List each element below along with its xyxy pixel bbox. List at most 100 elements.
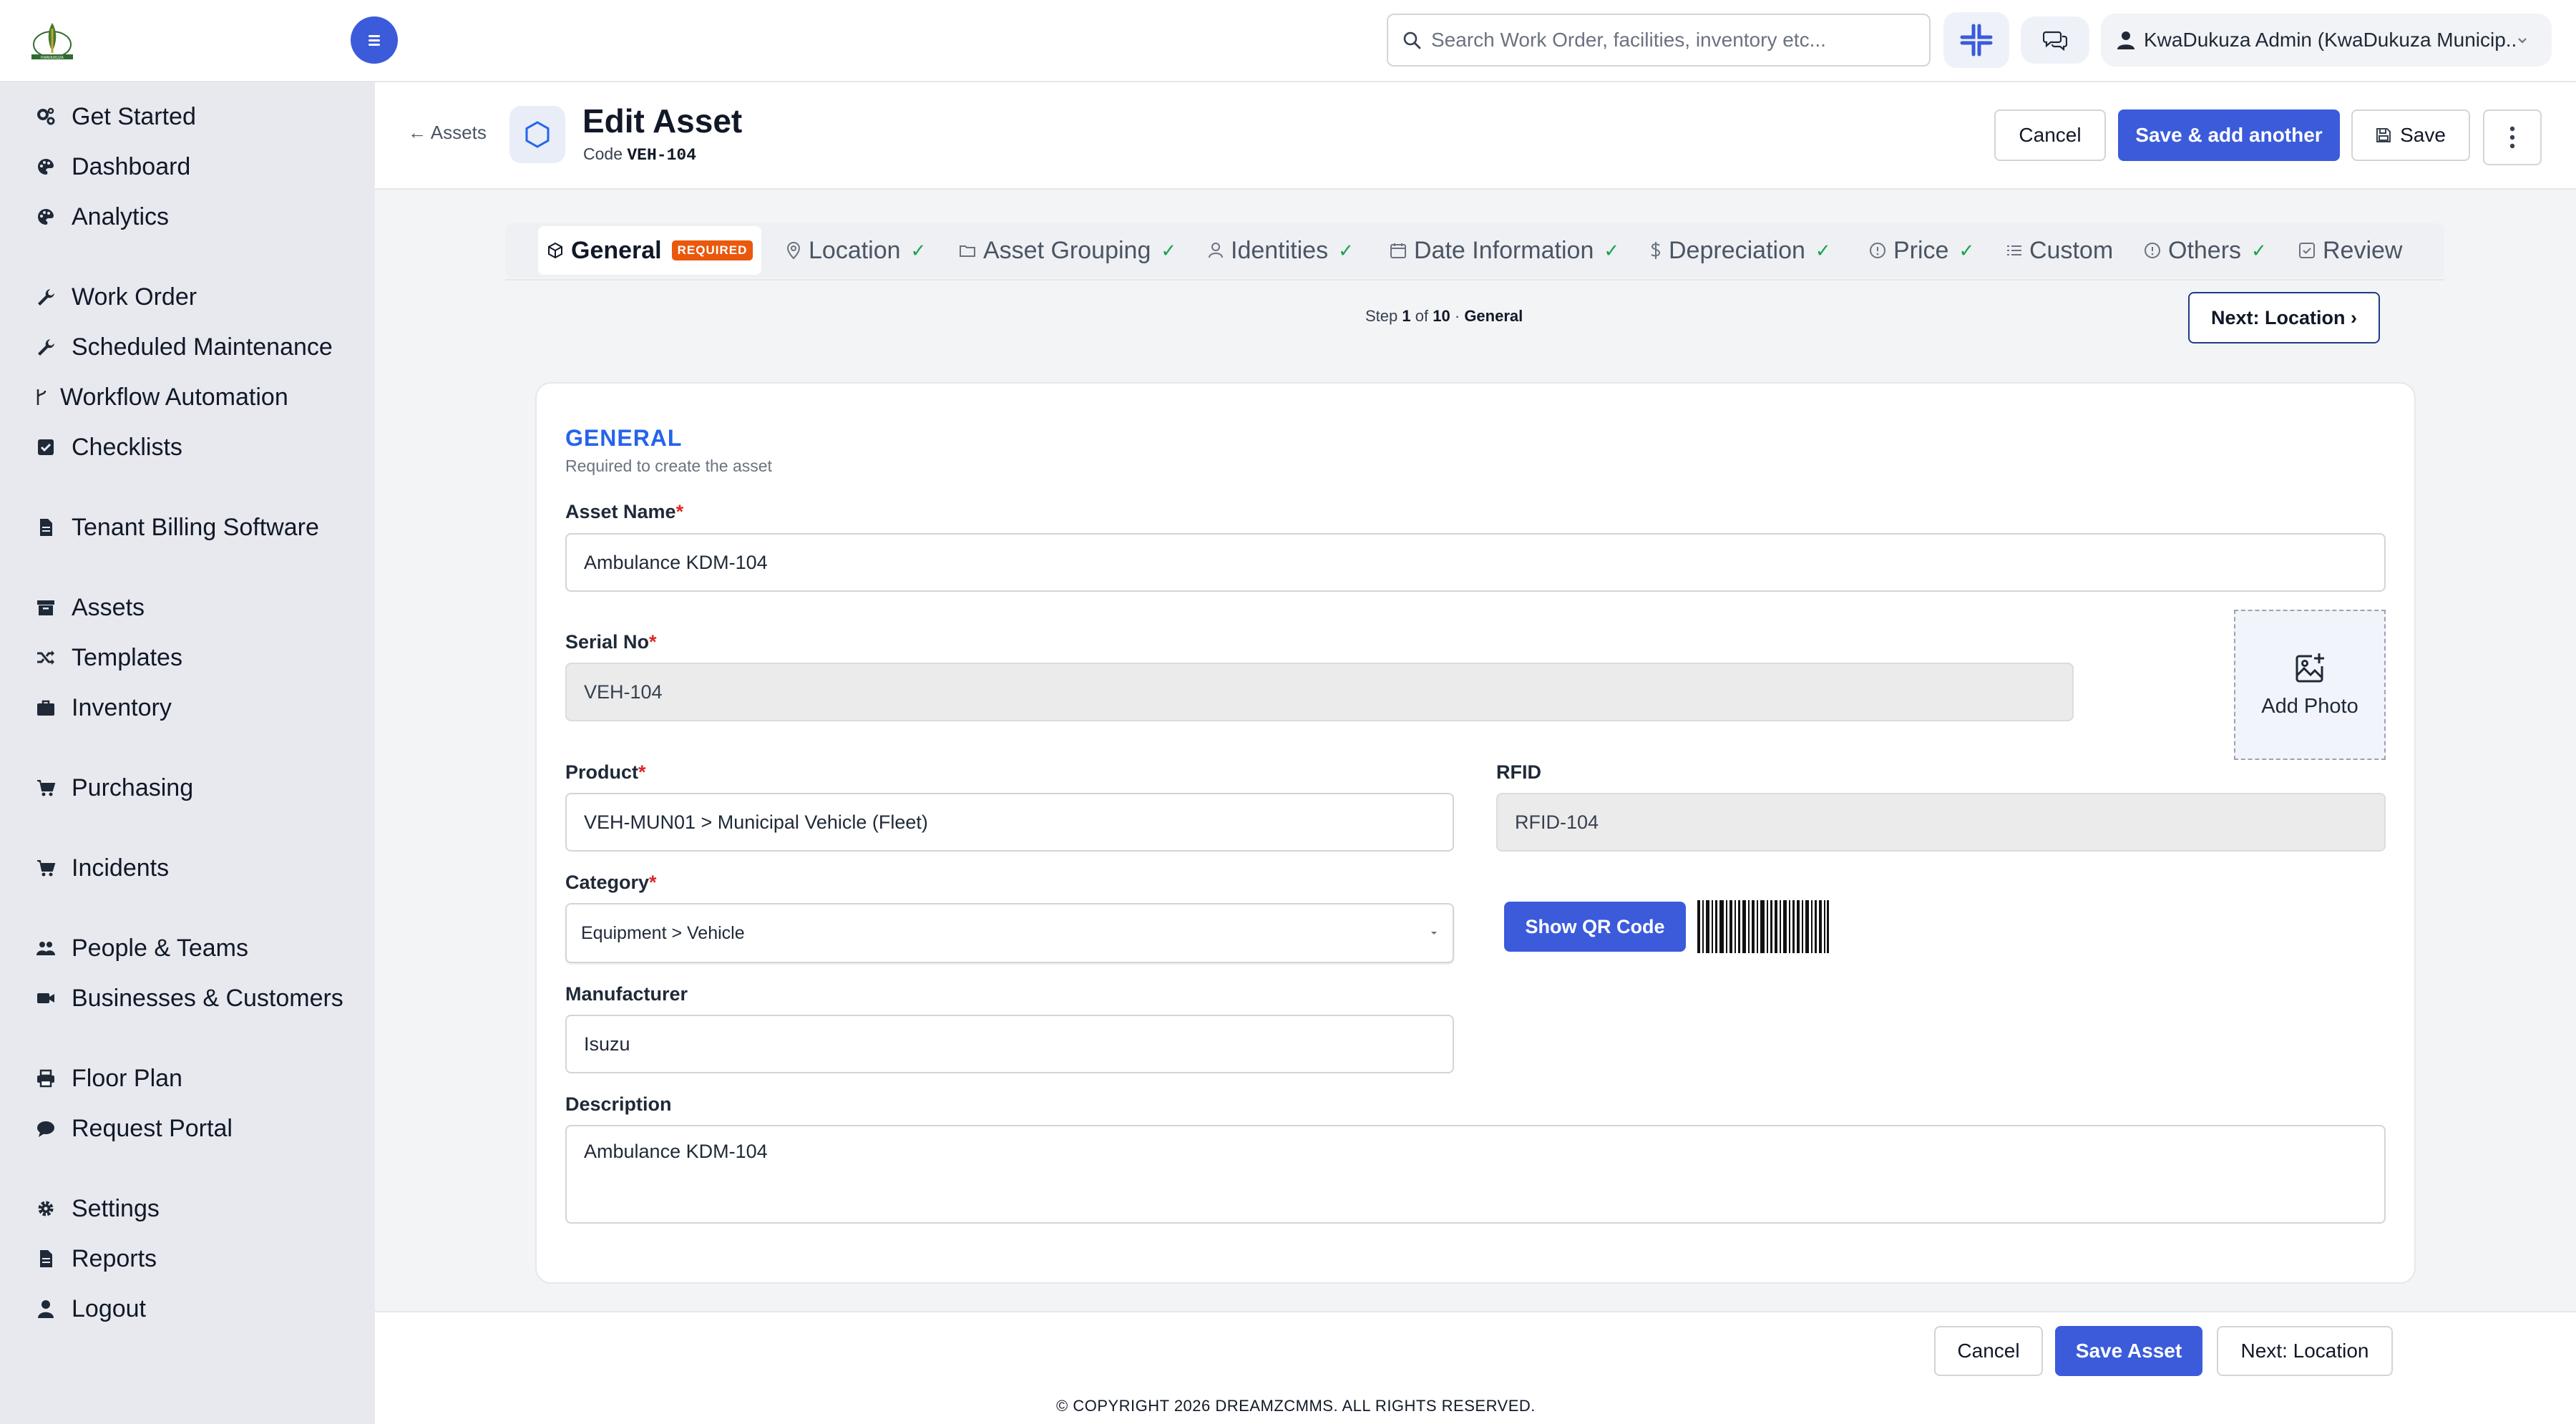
sidebar-item-analytics[interactable]: Analytics: [34, 197, 169, 237]
sidebar-item-assets[interactable]: Assets: [34, 587, 145, 628]
kebab-menu-icon: [2509, 126, 2515, 149]
page-title: Edit Asset: [582, 102, 743, 140]
next-location-button[interactable]: Next: Location ›: [2188, 292, 2380, 343]
sidebar-toggle-button[interactable]: [351, 16, 398, 64]
sidebar-item-people-teams[interactable]: People & Teams: [34, 928, 248, 968]
sidebar-item-work-order[interactable]: Work Order: [34, 277, 197, 317]
step-current: 1: [1402, 307, 1411, 325]
sidebar-item-logout[interactable]: Logout: [34, 1289, 146, 1329]
category-select[interactable]: Equipment > Vehicle: [565, 903, 1454, 963]
tab-asset-grouping[interactable]: Asset Grouping ✓: [959, 226, 1176, 275]
check-icon: ✓: [1815, 239, 1831, 261]
show-qr-code-button[interactable]: Show QR Code: [1504, 902, 1686, 952]
calendar-icon: [1390, 243, 1406, 258]
sidebar-item-label: Checklists: [72, 433, 182, 461]
save-button[interactable]: Save: [2351, 109, 2470, 161]
step-separator: ·: [1454, 307, 1460, 325]
copyright-text: © COPYRIGHT 2026 DREAMZCMMS. ALL RIGHTS …: [1056, 1397, 1536, 1415]
add-photo-button[interactable]: Add Photo: [2234, 610, 2386, 760]
floppy-icon: [2376, 128, 2391, 142]
asset-code: Code VEH-104: [583, 145, 696, 165]
sidebar-item-label: Request Portal: [72, 1114, 233, 1142]
sidebar-item-label: Analytics: [72, 203, 170, 230]
tab-date-information[interactable]: Date Information ✓: [1390, 226, 1619, 275]
serial-no-input[interactable]: VEH-104: [565, 663, 2074, 721]
sidebar-item-label: Businesses & Customers: [72, 984, 343, 1012]
label-text: Asset Name: [565, 501, 676, 522]
add-image-icon: [2296, 653, 2324, 682]
sidebar-item-inventory[interactable]: Inventory: [34, 688, 172, 728]
sidebar-item-get-started[interactable]: Get Started: [34, 97, 196, 137]
footer-next-location-button[interactable]: Next: Location: [2217, 1326, 2393, 1376]
save-asset-button[interactable]: Save Asset: [2055, 1326, 2202, 1376]
palette-icon: [34, 205, 57, 228]
sidebar-item-dashboard[interactable]: Dashboard: [34, 147, 190, 187]
sidebar-item-label: Scheduled Maintenance: [72, 333, 333, 361]
sidebar-item-reports[interactable]: Reports: [34, 1239, 157, 1279]
step-name: General: [1464, 307, 1523, 325]
category-selected-value: Equipment > Vehicle: [581, 922, 745, 943]
info-circle-icon: [2145, 243, 2160, 258]
add-photo-label: Add Photo: [2261, 694, 2358, 718]
search-icon: [1403, 31, 1421, 49]
sidebar-item-templates[interactable]: Templates: [34, 638, 182, 678]
sidebar-item-checklists[interactable]: Checklists: [34, 427, 182, 467]
tab-review[interactable]: Review: [2298, 226, 2402, 275]
description-textarea[interactable]: Ambulance KDM-104: [565, 1125, 2386, 1224]
branch-icon: [34, 386, 49, 409]
file-icon: [34, 1247, 57, 1270]
tab-depreciation[interactable]: Depreciation ✓: [1650, 226, 1831, 275]
tab-label: Depreciation: [1669, 236, 1805, 264]
briefcase-icon: [34, 696, 57, 719]
section-subtitle: Required to create the asset: [565, 457, 772, 475]
asset-icon-badge: [509, 106, 565, 163]
sidebar-item-label: Reports: [72, 1244, 157, 1272]
messages-button[interactable]: [2021, 16, 2089, 64]
tab-price[interactable]: Price ✓: [1869, 226, 1974, 275]
sidebar-item-floor-plan[interactable]: Floor Plan: [34, 1058, 182, 1098]
sidebar-item-tenant-billing[interactable]: Tenant Billing Software: [34, 507, 319, 547]
sidebar-item-label: Get Started: [72, 102, 196, 130]
tab-general[interactable]: General REQUIRED: [538, 226, 762, 275]
tab-label: Asset Grouping: [983, 236, 1151, 264]
sidebar-item-request-portal[interactable]: Request Portal: [34, 1108, 233, 1149]
back-to-assets-link[interactable]: ← Assets: [408, 122, 487, 144]
cancel-button[interactable]: Cancel: [1994, 109, 2106, 161]
sidebar-item-incidents[interactable]: Incidents: [34, 848, 169, 888]
step-prefix: Step: [1365, 307, 1398, 325]
product-input[interactable]: VEH-MUN01 > Municipal Vehicle (Fleet): [565, 793, 1454, 852]
global-search[interactable]: [1387, 14, 1931, 67]
required-mark: *: [649, 631, 657, 653]
wrench-icon: [34, 286, 57, 308]
search-input[interactable]: [1431, 29, 1903, 52]
check-icon: ✓: [1604, 239, 1620, 261]
tab-location[interactable]: Location ✓: [786, 226, 926, 275]
tab-label: Location: [809, 236, 901, 264]
more-options-button[interactable]: [2483, 109, 2542, 165]
tab-custom[interactable]: Custom: [2006, 226, 2113, 275]
svg-text:KWADUKUZA: KWADUKUZA: [41, 56, 64, 60]
footer-cancel-button[interactable]: Cancel: [1934, 1326, 2043, 1376]
asset-name-input[interactable]: Ambulance KDM-104: [565, 533, 2386, 592]
label-text: Category: [565, 872, 650, 893]
sidebar-item-label: Templates: [72, 643, 182, 671]
tab-label: Others: [2168, 236, 2242, 264]
required-mark: *: [675, 501, 684, 522]
sidebar-item-purchasing[interactable]: Purchasing: [34, 768, 193, 808]
sidebar-item-businesses-customers[interactable]: Businesses & Customers: [34, 978, 343, 1018]
caret-down-icon: [1431, 932, 1437, 935]
sidebar-item-settings[interactable]: Settings: [34, 1189, 160, 1229]
rfid-input[interactable]: RFID-104: [1496, 793, 2386, 852]
users-icon: [34, 937, 57, 960]
sidebar-item-workflow-automation[interactable]: Workflow Automation: [34, 377, 288, 417]
cart-icon: [34, 776, 57, 799]
shrink-view-button[interactable]: [1943, 12, 2009, 68]
tab-others[interactable]: Others ✓: [2144, 226, 2267, 275]
save-and-add-another-button[interactable]: Save & add another: [2118, 109, 2340, 161]
manufacturer-input[interactable]: Isuzu: [565, 1015, 1454, 1073]
kwadukuza-logo[interactable]: KWADUKUZA: [26, 16, 79, 62]
tab-identities[interactable]: Identities ✓: [1208, 226, 1354, 275]
top-bar: KWADUKUZA Search Work Order, facilities,…: [0, 0, 2576, 82]
sidebar-item-scheduled-maintenance[interactable]: Scheduled Maintenance: [34, 327, 333, 367]
user-menu[interactable]: KwaDukuza Admin (KwaDukuza Municip...: [2101, 14, 2552, 67]
